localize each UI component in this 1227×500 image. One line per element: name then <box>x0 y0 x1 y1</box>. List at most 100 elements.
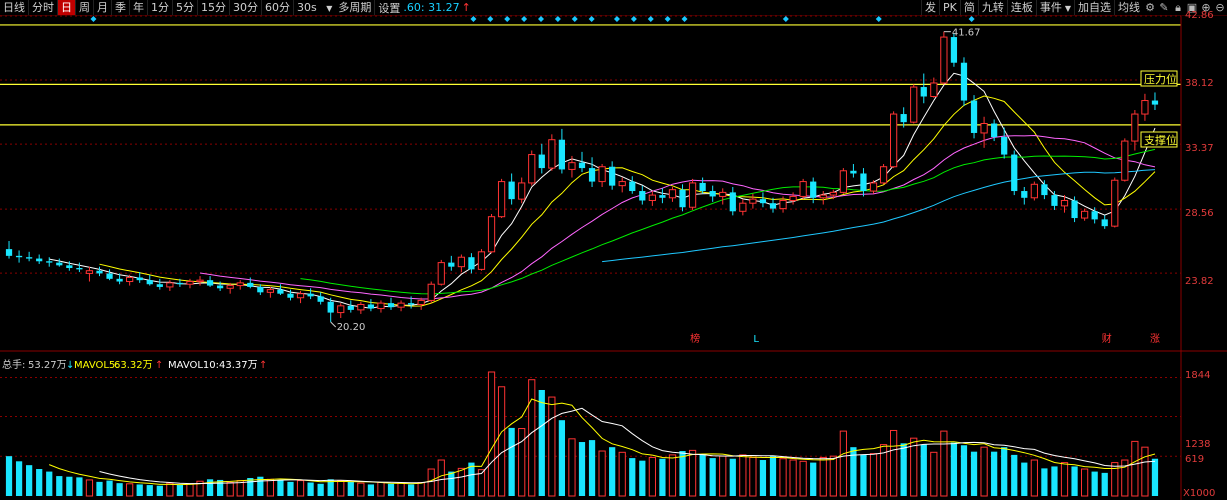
price-axis-label: 28.56 <box>1185 208 1214 219</box>
candle-body <box>789 195 797 201</box>
candle-body <box>397 302 405 308</box>
event-diamond-row <box>90 16 975 22</box>
candle-body <box>648 194 656 201</box>
candle-body <box>236 282 244 287</box>
volume-axis: 1844 1238 619 X1000 <box>1183 370 1215 499</box>
candle-body <box>1060 199 1069 207</box>
event-marker[interactable]: 财 <box>1102 332 1112 345</box>
candle-body <box>36 258 43 262</box>
volume-bar <box>5 456 13 496</box>
candle-body <box>930 82 938 97</box>
candle-body <box>900 114 907 123</box>
volume-bar <box>940 430 948 497</box>
volume-bar <box>15 461 23 496</box>
candle-body <box>66 265 73 269</box>
volume-bar <box>126 483 134 497</box>
volume-bar <box>860 454 867 496</box>
price-axis: 42.86 38.12 33.37 28.56 23.82 <box>1185 10 1214 287</box>
candle-body <box>779 199 787 210</box>
event-marker[interactable]: 榜 <box>690 332 700 345</box>
candle-body <box>1121 140 1129 181</box>
event-diamond-icon <box>782 16 789 22</box>
volume-legend: 总手: 53.27万 ↓ MAVOL5: 63.32万 ↑ MAVOL10: 4… <box>2 358 267 371</box>
candle-body <box>468 257 475 270</box>
candle-body <box>387 303 395 308</box>
volume-bar <box>900 443 907 496</box>
volume-axis-label: 1238 <box>1185 439 1210 450</box>
volume-bar <box>930 451 938 497</box>
volume-bar <box>890 429 898 497</box>
mavol10-value: 43.37万 <box>219 360 258 371</box>
volume-bar <box>779 458 787 497</box>
volume-bar <box>709 458 716 496</box>
candle-body <box>76 268 83 270</box>
event-diamond-icon <box>681 16 688 22</box>
candle-body <box>96 270 103 274</box>
candle-body <box>980 123 988 134</box>
ma30-line <box>300 148 1156 295</box>
candle-body <box>739 202 747 212</box>
candle-body <box>558 139 566 170</box>
volume-bar <box>1021 462 1028 496</box>
volume-bar <box>659 458 666 496</box>
volume-bar <box>186 483 194 497</box>
volume-bar <box>85 479 94 497</box>
candle-body <box>860 173 867 192</box>
volume-bar <box>457 467 465 497</box>
candle-body <box>970 100 978 133</box>
candle-body <box>196 279 204 283</box>
volume-bar <box>136 484 143 496</box>
candle-body <box>688 182 697 208</box>
volume-bar <box>287 481 294 496</box>
candle-body <box>1021 191 1028 198</box>
volume-bar <box>1131 440 1139 497</box>
candle-body <box>829 191 837 196</box>
kline-chart[interactable]: 42.86 38.12 33.37 28.56 23.82 压力位 支撑位 41… <box>0 0 1227 500</box>
candle-body <box>668 189 677 199</box>
volume-bar <box>679 451 686 496</box>
candlestick-series <box>5 31 1159 323</box>
candle-body <box>407 303 415 305</box>
candle-body <box>377 302 385 310</box>
candle-body <box>307 293 314 297</box>
high-price-annotation: 41.67 <box>952 28 981 39</box>
volume-bar <box>991 451 998 496</box>
event-marker[interactable]: 涨 <box>1150 333 1160 345</box>
volume-bar <box>829 455 837 497</box>
volume-bar <box>1071 466 1078 496</box>
candle-body <box>659 195 666 198</box>
candle-body <box>46 261 53 263</box>
volume-bar <box>146 485 153 496</box>
candle-body <box>1131 113 1139 142</box>
volume-bar <box>508 427 515 496</box>
candle-body <box>819 194 827 199</box>
candle-body <box>548 139 556 169</box>
candle-body <box>920 87 927 97</box>
event-marker[interactable]: L <box>753 334 759 345</box>
volume-bar <box>799 460 807 497</box>
volume-bar <box>629 458 636 496</box>
candle-body <box>437 262 445 285</box>
volume-bar <box>598 450 606 497</box>
candle-body <box>277 289 284 294</box>
candle-body <box>1001 137 1008 155</box>
volume-bar <box>487 371 496 497</box>
candle-body <box>679 189 686 208</box>
candle-body <box>598 166 606 183</box>
volume-bar <box>337 480 345 497</box>
total-volume-label: 总手: <box>2 358 25 371</box>
price-axis-label: 42.86 <box>1185 10 1214 21</box>
candle-body <box>347 305 354 310</box>
candle-body <box>85 270 94 274</box>
candle-body <box>719 191 727 197</box>
volume-unit-label: X1000 <box>1183 488 1215 499</box>
volume-bar <box>518 428 526 497</box>
volume-bar <box>578 442 586 496</box>
candle-body <box>1051 195 1058 206</box>
candle-body <box>287 293 294 298</box>
candle-body <box>1080 210 1089 219</box>
volume-bar <box>1151 458 1159 496</box>
volume-bars <box>5 371 1159 497</box>
volume-bar <box>448 471 455 496</box>
price-axis-label: 33.37 <box>1185 143 1214 154</box>
